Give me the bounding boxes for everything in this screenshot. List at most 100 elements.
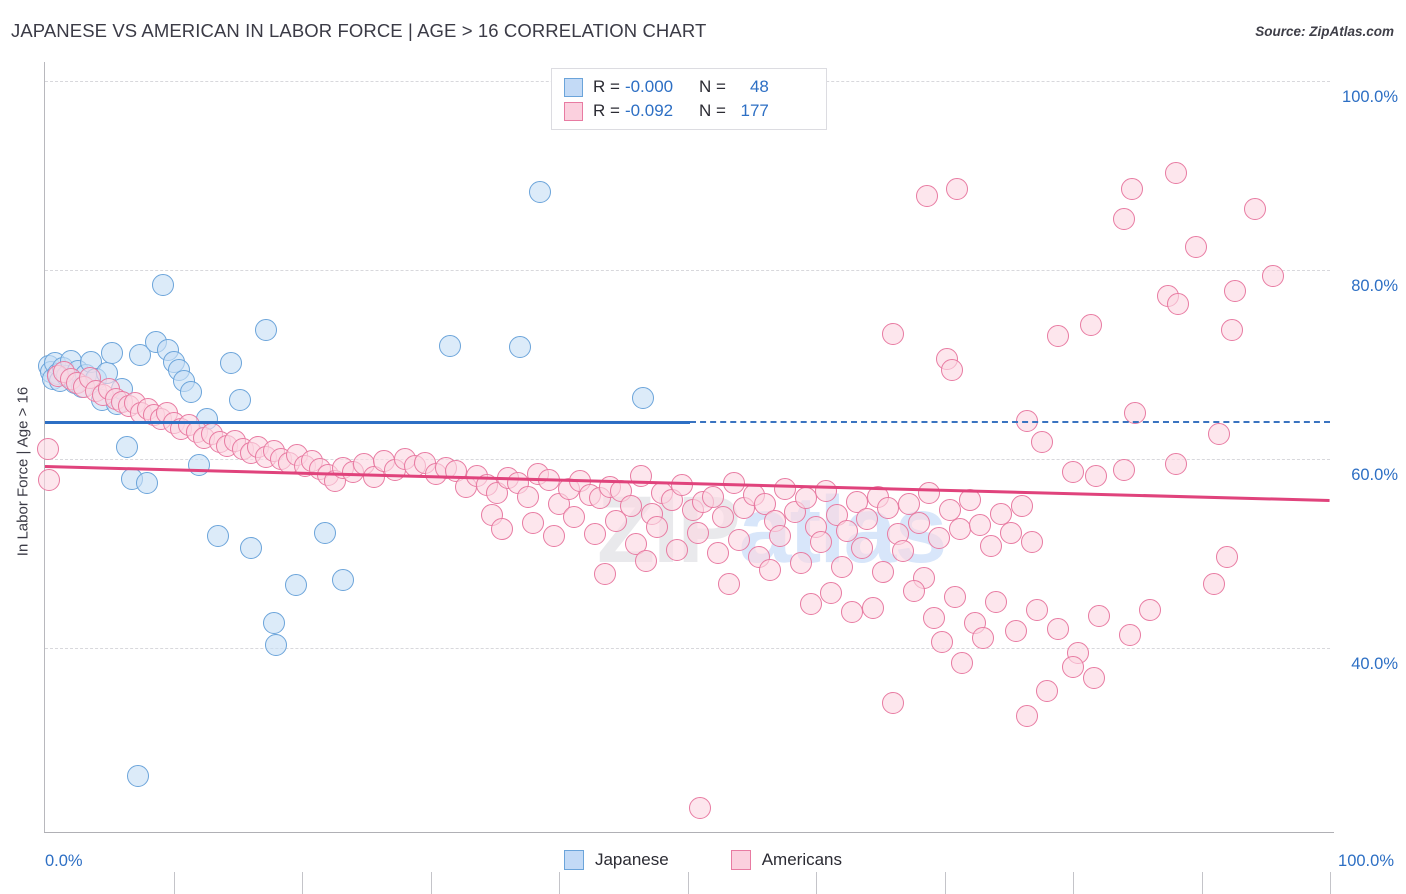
r-label-japanese: R = (593, 77, 620, 96)
data-point-americans (1015, 704, 1038, 727)
data-point-americans (930, 631, 953, 654)
x-tick-20 (302, 872, 303, 894)
n-value-americans: 177 (740, 101, 769, 120)
data-point-japanese (180, 380, 203, 403)
data-point-americans (1046, 617, 1069, 640)
x-tick-100 (1330, 872, 1331, 894)
data-point-americans (979, 534, 1002, 557)
legend-swatch-americans-icon (730, 850, 751, 870)
data-point-americans (882, 323, 905, 346)
data-point-americans (830, 555, 853, 578)
y-axis-title: In Labor Force | Age > 16 (14, 386, 32, 557)
r-value-japanese: -0.000 (624, 77, 674, 96)
data-point-americans (717, 572, 740, 595)
data-point-americans (1223, 279, 1246, 302)
data-point-americans (563, 506, 586, 529)
trendline-japanese-dashed (690, 421, 1330, 424)
data-point-americans (769, 525, 792, 548)
data-point-japanese (135, 472, 158, 495)
data-point-americans (1208, 423, 1231, 446)
data-point-japanese (314, 521, 337, 544)
data-point-americans (758, 559, 781, 582)
data-point-japanese (265, 633, 288, 656)
data-point-americans (686, 521, 709, 544)
page-title: JAPANESE VS AMERICAN IN LABOR FORCE | AG… (11, 20, 707, 41)
data-point-americans (871, 561, 894, 584)
data-point-americans (984, 591, 1007, 614)
trendline-japanese-solid (45, 421, 691, 425)
data-point-americans (789, 551, 812, 574)
series-legend: Japanese Americans (0, 850, 1406, 870)
data-point-americans (815, 479, 838, 502)
gridline-40 (45, 647, 1330, 649)
data-point-americans (542, 525, 565, 548)
data-point-americans (1167, 292, 1190, 315)
y-axis-label-60: 60.0% (1351, 465, 1398, 484)
legend-item-americans[interactable]: Americans (730, 850, 843, 870)
scatter-plot-area: ZIPatlas (36, 62, 1331, 894)
gridline-80 (45, 269, 1330, 271)
data-point-americans (876, 496, 899, 519)
x-tick-40 (559, 872, 560, 894)
correlation-stats-box: R = -0.000 N = 48 R = -0.092 N = 177 (551, 68, 827, 130)
data-point-americans (727, 529, 750, 552)
data-point-americans (1062, 655, 1084, 678)
data-point-americans (604, 510, 627, 533)
data-point-americans (948, 517, 971, 540)
data-point-japanese (438, 335, 461, 358)
data-point-americans (1000, 521, 1023, 544)
data-point-japanese (509, 336, 532, 359)
data-point-americans (840, 600, 863, 623)
data-point-americans (1026, 598, 1049, 621)
stats-row-japanese: R = -0.000 N = 48 (564, 75, 814, 99)
data-point-americans (491, 517, 514, 540)
data-point-americans (1262, 264, 1285, 287)
data-point-japanese (239, 536, 262, 559)
r-label-americans: R = (593, 101, 620, 120)
data-point-americans (1164, 453, 1187, 476)
data-point-americans (799, 593, 822, 616)
data-point-japanese (126, 765, 149, 788)
data-point-americans (794, 487, 817, 510)
data-point-americans (907, 512, 930, 535)
r-value-americans: -0.092 (624, 101, 674, 120)
data-point-japanese (229, 389, 252, 412)
data-point-americans (1203, 572, 1226, 595)
data-point-americans (671, 474, 694, 497)
data-point-americans (517, 485, 540, 508)
data-point-americans (1113, 459, 1136, 482)
data-point-japanese (255, 319, 278, 342)
data-point-japanese (116, 435, 139, 458)
legend-item-japanese[interactable]: Japanese (563, 850, 669, 870)
data-point-americans (1010, 495, 1033, 518)
data-point-americans (1036, 680, 1059, 703)
data-point-japanese (262, 612, 285, 635)
data-point-americans (635, 549, 658, 572)
legend-label-japanese: Japanese (594, 850, 669, 869)
data-point-americans (37, 468, 60, 491)
data-point-japanese (528, 181, 551, 204)
data-point-japanese (631, 387, 654, 410)
data-point-americans (36, 438, 59, 461)
data-point-japanese (152, 273, 175, 296)
data-point-japanese (207, 525, 230, 548)
data-point-japanese (100, 341, 123, 364)
swatch-japanese-icon (564, 77, 583, 97)
data-point-americans (707, 542, 730, 565)
data-point-americans (1113, 207, 1136, 230)
data-point-japanese (220, 352, 243, 375)
data-point-japanese (284, 574, 307, 597)
data-point-americans (1085, 464, 1108, 487)
y-axis-label-40: 40.0% (1351, 654, 1398, 673)
legend-swatch-japanese-icon (563, 850, 584, 870)
swatch-americans-icon (564, 101, 583, 121)
data-point-americans (712, 506, 735, 529)
data-point-americans (851, 536, 874, 559)
data-point-americans (856, 508, 879, 531)
data-point-americans (941, 359, 964, 381)
legend-label-americans: Americans (761, 850, 843, 869)
data-point-americans (1087, 604, 1110, 627)
n-label-japanese: N = (698, 77, 726, 96)
data-point-americans (915, 185, 938, 208)
data-point-americans (1216, 546, 1239, 569)
